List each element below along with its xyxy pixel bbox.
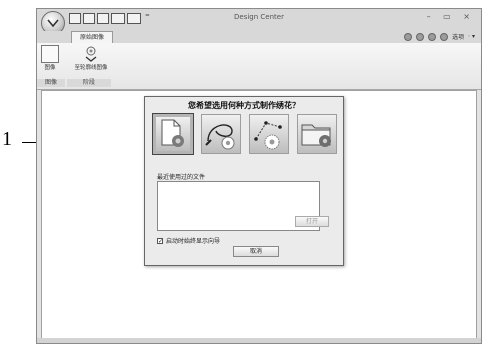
image-ribbon-button[interactable]: 图像 bbox=[41, 45, 59, 71]
recent-files-label: 最近使用过的文件 bbox=[157, 174, 206, 181]
wizard-dialog: 您希望选用何种方式制作绣花？ 最近使用过的文件 打开 ✓ 启动时始终显示向导 取… bbox=[144, 96, 344, 266]
open-file-option[interactable] bbox=[297, 114, 337, 154]
ribbon-tab-row: 原始图像 选项 ⋅ ▾ bbox=[37, 31, 481, 43]
title-bar: ⁼ Design Center – ▭ × bbox=[37, 9, 481, 31]
view-icon-2[interactable] bbox=[416, 32, 425, 41]
flower-arrow-icon bbox=[82, 45, 100, 63]
startup-checkbox-label: 启动时始终显示向导 bbox=[166, 238, 221, 245]
to-outline-image-button[interactable]: 至轮廓线图像 bbox=[71, 45, 111, 71]
status-bar bbox=[37, 338, 481, 343]
ribbon: 图像 至轮廓线图像 图像 阶段 bbox=[37, 43, 481, 90]
help-icon[interactable]: ⋅ ▾ bbox=[468, 33, 475, 40]
cancel-button[interactable]: 取消 bbox=[233, 246, 279, 257]
folder-flower-icon bbox=[301, 124, 331, 147]
to-outline-image-label: 至轮廓线图像 bbox=[74, 65, 108, 71]
app-orb-icon bbox=[47, 19, 59, 28]
open-button[interactable]: 打开 bbox=[295, 216, 329, 227]
options-menu[interactable]: 选项 bbox=[452, 32, 464, 41]
document-flower-icon bbox=[161, 119, 184, 147]
tab-original-image[interactable]: 原始图像 bbox=[71, 31, 113, 43]
draw-outline-option[interactable] bbox=[201, 114, 241, 154]
wizard-question: 您希望选用何种方式制作绣花？ bbox=[188, 101, 300, 110]
connect-points-option[interactable] bbox=[249, 114, 289, 154]
pen-curve-flower-icon bbox=[205, 124, 235, 150]
startup-checkbox[interactable]: ✓ bbox=[157, 237, 163, 244]
image-file-option[interactable] bbox=[152, 113, 194, 155]
view-icon-1[interactable] bbox=[404, 32, 413, 41]
startup-checkbox-row[interactable]: ✓ 启动时始终显示向导 bbox=[157, 236, 220, 245]
image-icon bbox=[41, 45, 59, 63]
right-toolbar: 选项 ⋅ ▾ bbox=[404, 32, 475, 41]
callout-number: 1 bbox=[2, 128, 12, 150]
window-title: Design Center bbox=[234, 13, 284, 21]
view-icon-3[interactable] bbox=[428, 32, 437, 41]
view-icon-4[interactable] bbox=[440, 32, 449, 41]
window-controls[interactable]: – ▭ × bbox=[427, 12, 475, 21]
ribbon-group-image: 图像 bbox=[37, 79, 65, 87]
ribbon-group-stage: 阶段 bbox=[67, 79, 111, 87]
image-ribbon-label: 图像 bbox=[44, 65, 56, 71]
dotted-points-flower-icon bbox=[254, 121, 282, 150]
